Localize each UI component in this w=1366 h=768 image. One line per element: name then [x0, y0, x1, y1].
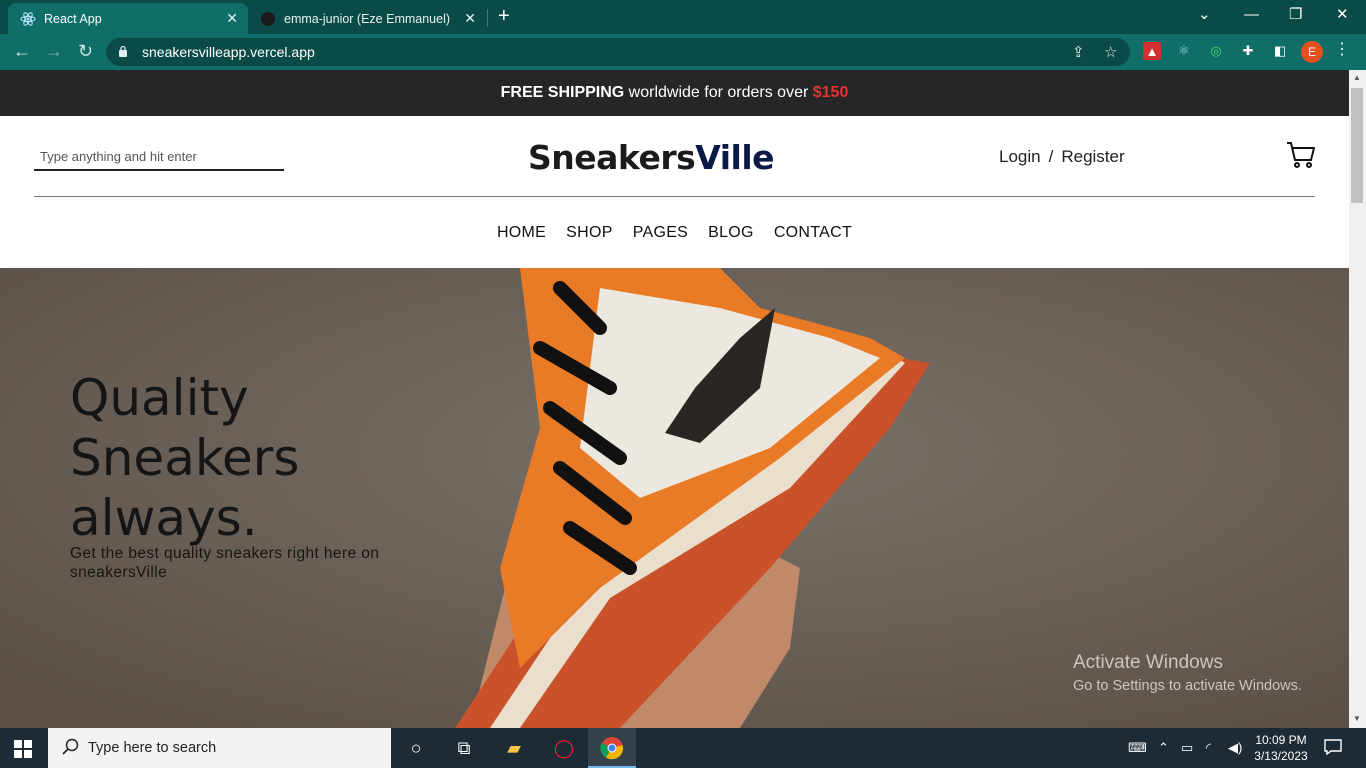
extension-circle-icon[interactable]: ◎ — [1207, 42, 1225, 60]
task-view-icon[interactable]: ⧉ — [452, 736, 476, 760]
site-header: SneakersVille Login / Register HOME SHOP… — [0, 116, 1349, 268]
nav-contact[interactable]: CONTACT — [774, 224, 852, 242]
bookmark-star-icon[interactable]: ☆ — [1104, 43, 1117, 61]
cart-icon[interactable] — [1286, 140, 1316, 170]
menu-kebab-icon[interactable]: ⋮ — [1334, 41, 1350, 59]
chrome-icon — [600, 737, 624, 760]
tab-github[interactable]: emma-junior (Eze Emmanuel) ✕ — [250, 3, 486, 34]
clock-time: 10:09 PM — [1255, 733, 1307, 747]
taskbar-clock[interactable]: 10:09 PM 3/13/2023 — [1250, 732, 1312, 764]
notification-icon[interactable] — [1324, 739, 1342, 755]
tab-title: emma-junior (Eze Emmanuel) — [284, 11, 451, 26]
hero-title: Quality Sneakers always. — [70, 368, 299, 548]
show-hidden-icons-icon[interactable]: ⌃ — [1158, 740, 1169, 756]
clock-date: 3/13/2023 — [1254, 749, 1308, 763]
battery-icon[interactable]: ▭ — [1181, 740, 1193, 756]
vertical-scrollbar[interactable]: ▲ ▼ — [1349, 70, 1366, 728]
scrollbar-thumb[interactable] — [1351, 88, 1363, 203]
scroll-up-icon[interactable]: ▲ — [1353, 73, 1361, 82]
volume-icon[interactable]: ◀) — [1228, 740, 1242, 756]
lock-icon — [119, 45, 127, 57]
opera-icon[interactable]: ◯ — [552, 736, 576, 760]
nav-home[interactable]: HOME — [497, 224, 546, 242]
register-link[interactable]: Register — [1061, 147, 1124, 167]
hero-subtitle: Get the best quality sneakers right here… — [70, 545, 380, 581]
site-logo[interactable]: SneakersVille — [528, 138, 775, 177]
address-bar[interactable]: sneakersvilleapp.vercel.app ⇪ ☆ — [106, 38, 1130, 66]
tab-search-icon[interactable]: ⌄ — [1198, 6, 1211, 24]
hero-title-line: Sneakers — [70, 429, 300, 487]
hero-title-line: always. — [70, 489, 258, 547]
close-tab-icon[interactable]: ✕ — [226, 11, 238, 25]
reload-icon[interactable]: ↻ — [78, 42, 93, 60]
web-page: FREE SHIPPING worldwide for orders over … — [0, 70, 1349, 728]
extensions-puzzle-icon[interactable]: ✚ — [1239, 42, 1257, 60]
close-window-icon[interactable]: ✕ — [1336, 6, 1349, 24]
windows-taskbar: Type here to search ○ ⧉ ▰ ◯ ⌨ ⌃ ▭ ◜ ◀) 1… — [0, 728, 1366, 768]
activate-windows-watermark: Activate Windows Go to Settings to activ… — [1073, 652, 1302, 694]
keyboard-icon[interactable]: ⌨ — [1128, 740, 1147, 756]
auth-links: Login / Register — [999, 147, 1125, 167]
promo-text: worldwide for orders over — [624, 84, 813, 101]
logo-part-sneakers: Sneakers — [528, 138, 696, 177]
auth-separator: / — [1048, 147, 1054, 166]
wifi-icon[interactable]: ◜ — [1206, 740, 1211, 756]
login-link[interactable]: Login — [999, 147, 1041, 167]
side-panel-icon[interactable]: ◧ — [1271, 42, 1289, 60]
chrome-taskbar-button[interactable] — [588, 728, 636, 768]
promo-banner: FREE SHIPPING worldwide for orders over … — [0, 70, 1349, 116]
minimize-icon[interactable]: — — [1244, 6, 1259, 24]
tab-title: React App — [44, 11, 102, 26]
watermark-subtitle: Go to Settings to activate Windows. — [1073, 678, 1302, 694]
taskbar-search-placeholder: Type here to search — [88, 740, 217, 756]
forward-icon[interactable]: → — [45, 42, 63, 60]
restore-icon[interactable]: ❐ — [1289, 6, 1302, 24]
new-tab-icon[interactable]: + — [498, 6, 510, 26]
search-icon — [62, 738, 79, 755]
tab-react-app[interactable]: React App ✕ — [8, 3, 248, 34]
logo-part-ville: Ville — [695, 138, 775, 177]
back-icon[interactable]: ← — [13, 42, 31, 60]
promo-bold: FREE SHIPPING — [500, 84, 625, 101]
search-box — [34, 145, 284, 171]
nav-shop[interactable]: SHOP — [566, 224, 613, 242]
close-tab-icon[interactable]: ✕ — [464, 11, 476, 25]
github-icon — [260, 11, 276, 27]
windows-start-icon[interactable] — [14, 740, 32, 758]
cortana-icon[interactable]: ○ — [404, 736, 428, 760]
tab-separator — [487, 9, 488, 27]
react-devtools-icon[interactable]: ⚛ — [1175, 42, 1193, 60]
extension-mega-icon[interactable]: ▲ — [1143, 42, 1161, 60]
react-icon — [20, 11, 36, 27]
taskbar-search[interactable]: Type here to search — [48, 728, 391, 768]
hero-title-line: Quality — [70, 369, 249, 427]
browser-toolbar: ← → ↻ sneakersvilleapp.vercel.app ⇪ ☆ ▲ … — [0, 34, 1366, 70]
share-icon[interactable]: ⇪ — [1072, 43, 1085, 61]
file-explorer-icon[interactable]: ▰ — [502, 736, 526, 760]
search-input[interactable] — [34, 145, 284, 167]
profile-avatar[interactable]: E — [1301, 41, 1323, 63]
header-divider — [34, 196, 1315, 197]
url-text: sneakersvilleapp.vercel.app — [142, 44, 315, 60]
watermark-title: Activate Windows — [1073, 652, 1223, 673]
nav-blog[interactable]: BLOG — [708, 224, 754, 242]
scroll-down-icon[interactable]: ▼ — [1353, 714, 1361, 723]
promo-price: $150 — [812, 84, 849, 101]
browser-tab-bar: React App ✕ emma-junior (Eze Emmanuel) ✕… — [0, 0, 1366, 34]
nav-pages[interactable]: PAGES — [633, 224, 688, 242]
main-nav: HOME SHOP PAGES BLOG CONTACT — [0, 224, 1349, 242]
